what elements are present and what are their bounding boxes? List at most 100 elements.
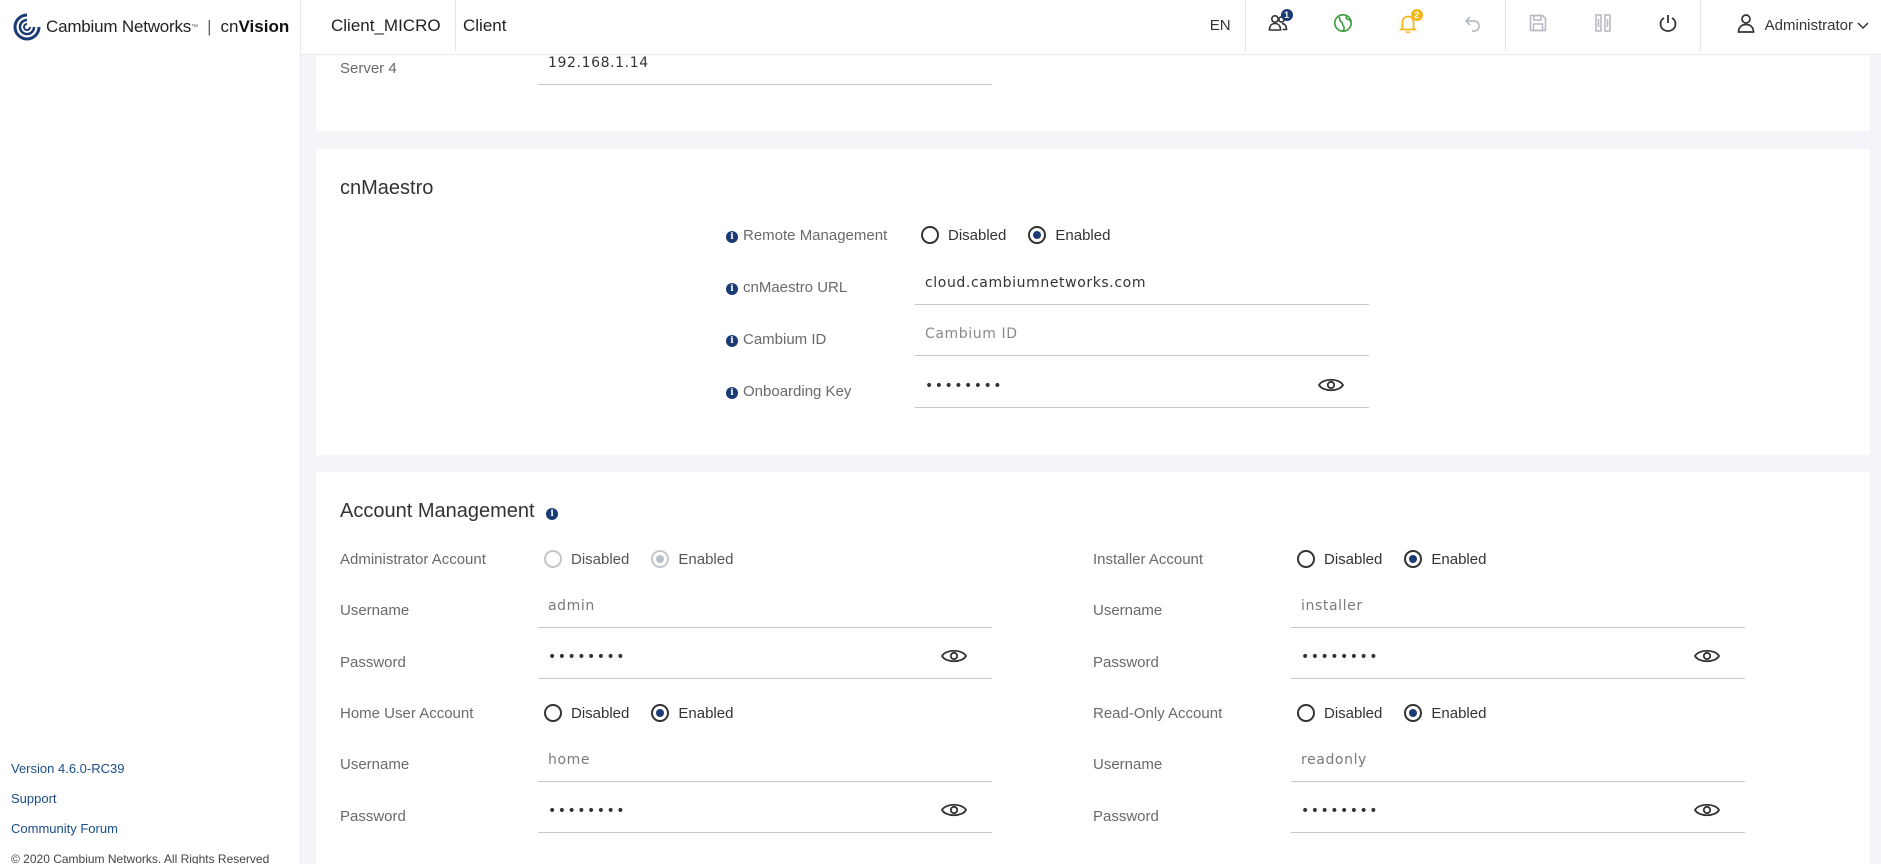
readonly-username-label: Username	[1093, 756, 1163, 773]
tools-icon	[1593, 13, 1613, 38]
logo-separator: |	[207, 17, 212, 36]
administrator-username-label: Username	[340, 602, 410, 619]
alerts-button[interactable]: 2	[1376, 0, 1441, 51]
installer-disabled-radio[interactable]: Disabled	[1297, 550, 1382, 568]
cnmaestro-url-input[interactable]	[925, 261, 1319, 304]
cnmaestro-card: cnMaestro i Remote Management Disabled En…	[316, 149, 1870, 455]
onboarding-key-input[interactable]	[925, 364, 1319, 407]
administrator-username-input[interactable]	[548, 584, 942, 627]
server4-label: Server 4	[340, 60, 397, 77]
globe-status-button[interactable]	[1311, 0, 1376, 51]
show-password-eye-icon[interactable]	[1693, 800, 1721, 820]
home-username-label: Username	[340, 756, 410, 773]
undo-button[interactable]	[1441, 0, 1506, 51]
installer-username-label: Username	[1093, 602, 1163, 619]
readonly-password-label: Password	[1093, 808, 1159, 825]
cnmaestro-url-field[interactable]	[915, 261, 1369, 305]
home-username-input[interactable]	[548, 738, 942, 781]
sidebar-links: Version 4.6.0-RC39 Support Community For…	[11, 762, 124, 852]
onboarding-key-field[interactable]	[915, 364, 1369, 408]
cambium-logo-icon	[12, 12, 42, 42]
administrator-account-label: Administrator Account	[340, 551, 486, 568]
account-management-card: Account Management i Administrator Accou…	[316, 472, 1870, 864]
user-icon	[1737, 13, 1755, 38]
device-mode: Client	[463, 16, 507, 35]
remote-management-disabled-radio[interactable]: Disabled	[921, 226, 1006, 244]
server4-input[interactable]	[548, 41, 942, 84]
home-user-account-radio-group: Disabled Enabled	[544, 704, 755, 722]
support-link[interactable]: Support	[11, 792, 124, 806]
show-password-eye-icon[interactable]	[1317, 375, 1345, 395]
version-link[interactable]: Version 4.6.0-RC39	[11, 762, 124, 776]
readonly-account-radio-group: Disabled Enabled	[1297, 704, 1508, 722]
installer-password-field[interactable]	[1291, 635, 1745, 679]
undo-icon	[1463, 13, 1483, 38]
show-password-eye-icon[interactable]	[940, 646, 968, 666]
readonly-account-label: Read-Only Account	[1093, 705, 1223, 722]
readonly-username-field[interactable]	[1291, 738, 1745, 782]
installer-password-input[interactable]	[1301, 635, 1695, 678]
home-user-enabled-radio[interactable]: Enabled	[651, 704, 733, 722]
clients-badge: 1	[1280, 9, 1293, 21]
cambium-id-input[interactable]	[925, 312, 1319, 355]
show-password-eye-icon[interactable]	[1693, 646, 1721, 666]
cnmaestro-title: cnMaestro	[340, 177, 434, 199]
cambium-id-field[interactable]	[915, 312, 1369, 356]
installer-password-label: Password	[1093, 654, 1159, 671]
administrator-enabled-radio[interactable]: Enabled	[651, 550, 733, 568]
sidebar: Cambium Networks ™ | cn Vision Version 4.6…	[0, 0, 301, 864]
power-icon	[1658, 13, 1678, 38]
language-selector[interactable]: EN	[1196, 0, 1246, 51]
chevron-down-icon	[1857, 17, 1869, 35]
user-menu[interactable]: Administrator	[1701, 0, 1881, 51]
account-management-title: Account Management i	[340, 500, 563, 523]
home-password-field[interactable]	[538, 789, 992, 833]
info-icon[interactable]: i	[546, 508, 559, 520]
tools-button[interactable]	[1571, 0, 1636, 51]
user-name: Administrator	[1764, 17, 1853, 34]
copyright-text: © 2020 Cambium Networks. All Rights Rese…	[11, 852, 270, 864]
home-user-account-label: Home User Account	[340, 705, 474, 722]
device-name: Client_MICRO	[331, 0, 456, 51]
installer-account-radio-group: Disabled Enabled	[1297, 550, 1508, 568]
administrator-disabled-radio[interactable]: Disabled	[544, 550, 629, 568]
home-user-disabled-radio[interactable]: Disabled	[544, 704, 629, 722]
info-icon[interactable]: i	[726, 387, 738, 399]
installer-account-label: Installer Account	[1093, 551, 1204, 568]
administrator-password-field[interactable]	[538, 635, 992, 679]
info-icon[interactable]: i	[726, 283, 738, 295]
globe-icon	[1333, 13, 1353, 38]
readonly-username-input[interactable]	[1301, 738, 1695, 781]
community-forum-link[interactable]: Community Forum	[11, 822, 124, 836]
cambium-logo[interactable]: Cambium Networks ™ | cn Vision	[12, 12, 289, 42]
installer-username-field[interactable]	[1291, 584, 1745, 628]
remote-management-radio-group: Disabled Enabled	[921, 226, 1132, 244]
clients-button[interactable]: 1	[1246, 0, 1311, 51]
administrator-password-input[interactable]	[548, 635, 942, 678]
readonly-enabled-radio[interactable]: Enabled	[1404, 704, 1486, 722]
remote-management-enabled-radio[interactable]: Enabled	[1028, 226, 1110, 244]
show-password-eye-icon[interactable]	[940, 800, 968, 820]
readonly-disabled-radio[interactable]: Disabled	[1297, 704, 1382, 722]
remote-management-label: i Remote Management	[726, 227, 887, 244]
readonly-password-field[interactable]	[1291, 789, 1745, 833]
logo-trademark: ™	[191, 23, 199, 31]
home-password-input[interactable]	[548, 789, 942, 832]
alerts-badge: 2	[1410, 9, 1423, 21]
dns-servers-card: Server 4	[316, 41, 1870, 131]
info-icon[interactable]: i	[726, 231, 738, 243]
cnmaestro-url-label: i cnMaestro URL	[726, 279, 847, 296]
administrator-password-label: Password	[340, 654, 406, 671]
logo-product-prefix: cn	[220, 17, 239, 36]
server4-field[interactable]	[538, 41, 992, 85]
readonly-password-input[interactable]	[1301, 789, 1695, 832]
home-username-field[interactable]	[538, 738, 992, 782]
save-button[interactable]	[1506, 0, 1571, 51]
installer-enabled-radio[interactable]: Enabled	[1404, 550, 1486, 568]
logo-product-suffix: Vision	[238, 17, 290, 36]
administrator-username-field[interactable]	[538, 584, 992, 628]
installer-username-input[interactable]	[1301, 584, 1695, 627]
reboot-button[interactable]	[1636, 0, 1701, 51]
info-icon[interactable]: i	[726, 335, 738, 347]
cambium-id-label: i Cambium ID	[726, 331, 826, 348]
